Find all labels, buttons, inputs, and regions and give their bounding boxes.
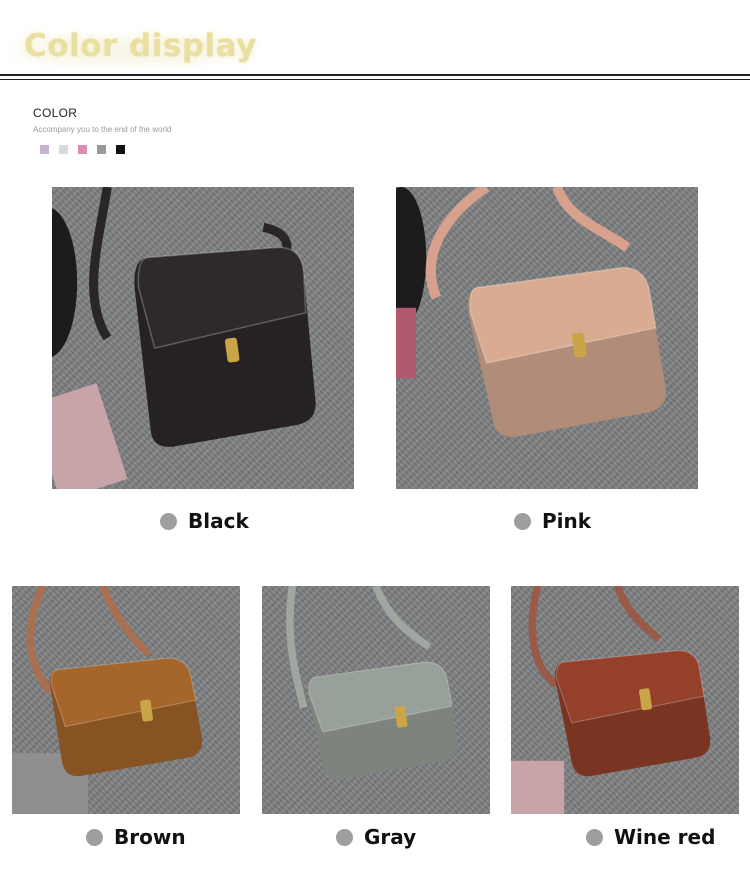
swatch-pink[interactable] [78,145,87,154]
swatch-gray[interactable] [97,145,106,154]
product-label-pink[interactable]: Pink [514,509,591,533]
product-label-text: Brown [114,825,186,849]
product-label-text: Black [188,509,249,533]
bag-illustration [511,586,711,814]
section-subtitle: Accompany you to the end of the world [33,125,172,134]
page-title: Color display [24,28,257,64]
bullet-dot-icon [86,828,103,846]
swatch-black[interactable] [116,145,125,154]
bullet-dot-icon [160,512,177,530]
bag-illustration [396,187,666,437]
product-label-wine-red[interactable]: Wine red [586,825,715,849]
bullet-dot-icon [514,512,531,530]
bag-illustration [286,586,459,780]
swatch-light-gray[interactable] [59,145,68,154]
bullet-dot-icon [336,828,353,846]
bag-illustration [52,187,316,489]
product-photo-brown[interactable] [12,586,240,814]
section-heading: COLOR [33,106,78,120]
product-label-text: Wine red [614,825,716,849]
product-photo-gray[interactable] [262,586,490,814]
divider-bottom [0,79,750,80]
bag-illustration [12,586,203,814]
product-photo-pink[interactable] [396,187,698,489]
product-label-text: Pink [542,509,592,533]
product-label-gray[interactable]: Gray [336,825,416,849]
product-label-black[interactable]: Black [160,509,249,533]
product-label-text: Gray [364,825,417,849]
divider-top [0,74,750,76]
color-swatches [40,145,125,154]
product-photo-wine-red[interactable] [511,586,739,814]
bullet-dot-icon [586,828,603,846]
swatch-lilac[interactable] [40,145,49,154]
product-photo-black[interactable] [52,187,354,489]
product-label-brown[interactable]: Brown [86,825,186,849]
